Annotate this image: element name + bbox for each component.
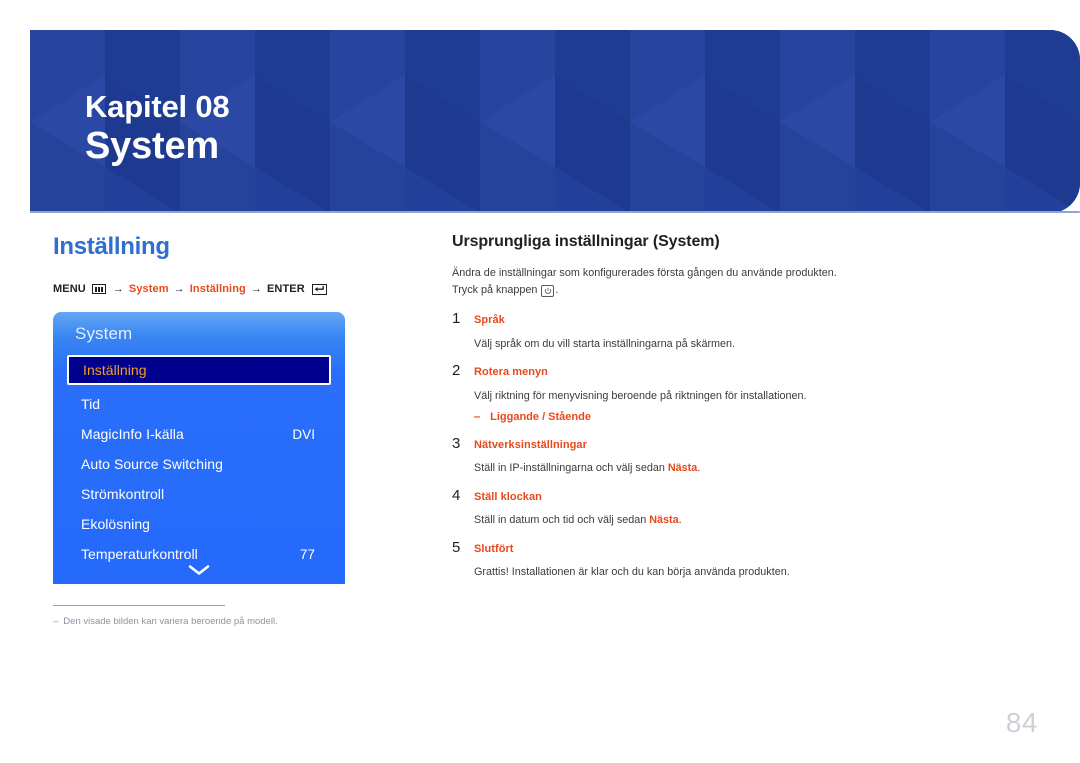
step-number: 2	[452, 361, 461, 379]
step-desc-pre: Grattis! Installationen är klar och du k…	[474, 566, 790, 579]
breadcrumb-step-system: System	[128, 283, 169, 295]
osd-menu-item-magicinfo-source[interactable]: MagicInfo I-källa DVI	[67, 419, 331, 449]
step-item: 2 Rotera menyn	[452, 362, 922, 381]
osd-menu-item-ekolosning[interactable]: Ekolösning	[67, 509, 331, 539]
step-desc-emphasis: Nästa	[649, 514, 679, 527]
footnote: ‒ Den visade bilden kan variera beroende…	[53, 615, 393, 628]
chapter-title: System	[85, 124, 219, 167]
right-column: Ursprungliga inställningar (System) Ändr…	[452, 233, 922, 582]
intro-line-2-pre: Tryck på knappen	[452, 284, 541, 297]
osd-item-label: Tid	[81, 396, 101, 412]
breadcrumb-menu-label: MENU	[53, 283, 86, 295]
power-button-icon	[541, 285, 555, 298]
osd-item-label: Auto Source Switching	[81, 456, 223, 472]
step-item: 1 Språk	[452, 310, 922, 329]
step-label: Språk	[474, 313, 505, 326]
osd-menu-item-installning[interactable]: Inställning	[67, 355, 331, 385]
enter-return-icon	[311, 283, 327, 295]
step-item: 5 Slutfört	[452, 539, 922, 558]
breadcrumb-step-installning: Inställning	[189, 283, 246, 295]
osd-menu-panel[interactable]: System Inställning Tid MagicInfo I-källa…	[53, 312, 345, 584]
osd-menu-item-auto-source-switching[interactable]: Auto Source Switching	[67, 449, 331, 479]
chapter-banner: Kapitel 08 System	[30, 30, 1080, 213]
step-number: 4	[452, 486, 461, 504]
step-description: Ställ in datum och tid och välj sedan Nä…	[474, 512, 922, 529]
step-desc-pre: Välj språk om du vill starta inställning…	[474, 337, 736, 350]
step-description: Ställ in IP-inställningarna och välj sed…	[474, 460, 922, 477]
step-label: Nätverksinställningar	[474, 438, 587, 451]
breadcrumb-arrow-2: →	[173, 283, 185, 295]
osd-item-label: Temperaturkontroll	[81, 546, 198, 562]
osd-menu-list: Inställning Tid MagicInfo I-källa DVI Au…	[53, 355, 345, 569]
step-item: 3 Nätverksinställningar	[452, 435, 922, 454]
sub-option-text: Liggande / Stående	[490, 411, 591, 423]
step-desc-post: .	[697, 462, 701, 475]
step-sub-option: ‒ Liggande / Stående	[474, 409, 922, 426]
osd-item-label: Inställning	[83, 362, 147, 378]
osd-panel-title: System	[75, 324, 133, 343]
osd-item-label: Strömkontroll	[81, 486, 165, 502]
step-description: Grattis! Installationen är klar och du k…	[474, 564, 922, 581]
chevron-down-icon	[188, 565, 210, 575]
step-description: Välj språk om du vill starta inställning…	[474, 336, 922, 353]
step-desc-pre: Välj riktning för menyvisning beroende p…	[474, 389, 807, 402]
footnote-block: ‒ Den visade bilden kan variera beroende…	[53, 605, 393, 628]
step-number: 5	[452, 538, 461, 556]
menu-grid-icon	[91, 284, 106, 294]
intro-paragraph: Ändra de inställningar som konfigurerade…	[452, 265, 922, 300]
page-number: 84	[1005, 707, 1038, 738]
chapter-heading-block: Kapitel 08 System	[85, 89, 230, 167]
osd-item-label: Ekolösning	[81, 516, 150, 532]
section-title: Ursprungliga inställningar (System)	[452, 233, 720, 250]
breadcrumb-arrow-1: →	[112, 283, 124, 295]
chapter-kicker: Kapitel 08	[85, 89, 230, 124]
footnote-divider	[53, 605, 225, 606]
step-desc-post: .	[678, 514, 682, 527]
step-item: 4 Ställ klockan	[452, 487, 922, 506]
osd-item-label: MagicInfo I-källa	[81, 426, 184, 442]
left-column: Inställning MENU → System → Inställning …	[53, 233, 413, 309]
step-label: Rotera menyn	[474, 365, 548, 378]
intro-line-1: Ändra de inställningar som konfigurerade…	[452, 267, 837, 279]
osd-item-value: DVI	[292, 426, 315, 442]
osd-menu-item-stromkontroll[interactable]: Strömkontroll	[67, 479, 331, 509]
footnote-dash: ‒	[53, 616, 59, 627]
step-number: 3	[452, 434, 461, 452]
page-title: Inställning	[53, 233, 170, 260]
intro-line-2-post: .	[555, 284, 559, 297]
step-desc-pre: Ställ in IP-inställningarna och välj sed…	[474, 462, 668, 475]
step-label: Slutfört	[474, 542, 514, 555]
breadcrumb: MENU → System → Inställning → ENTER	[53, 283, 413, 295]
step-number: 1	[452, 309, 461, 327]
step-description: Välj riktning för menyvisning beroende p…	[474, 388, 922, 405]
breadcrumb-arrow-3: →	[250, 283, 262, 295]
osd-scroll-down[interactable]	[53, 564, 345, 576]
banner-underline	[30, 211, 1080, 213]
breadcrumb-enter-label: ENTER	[266, 283, 305, 295]
osd-item-value: 77	[299, 546, 315, 562]
osd-menu-item-tid[interactable]: Tid	[67, 389, 331, 419]
step-label: Ställ klockan	[474, 490, 542, 503]
step-desc-emphasis: Nästa	[667, 462, 698, 475]
footnote-text: Den visade bilden kan variera beroende p…	[63, 616, 278, 627]
sub-option-dash: ‒	[474, 411, 481, 423]
step-desc-pre: Ställ in datum och tid och välj sedan	[474, 514, 650, 527]
